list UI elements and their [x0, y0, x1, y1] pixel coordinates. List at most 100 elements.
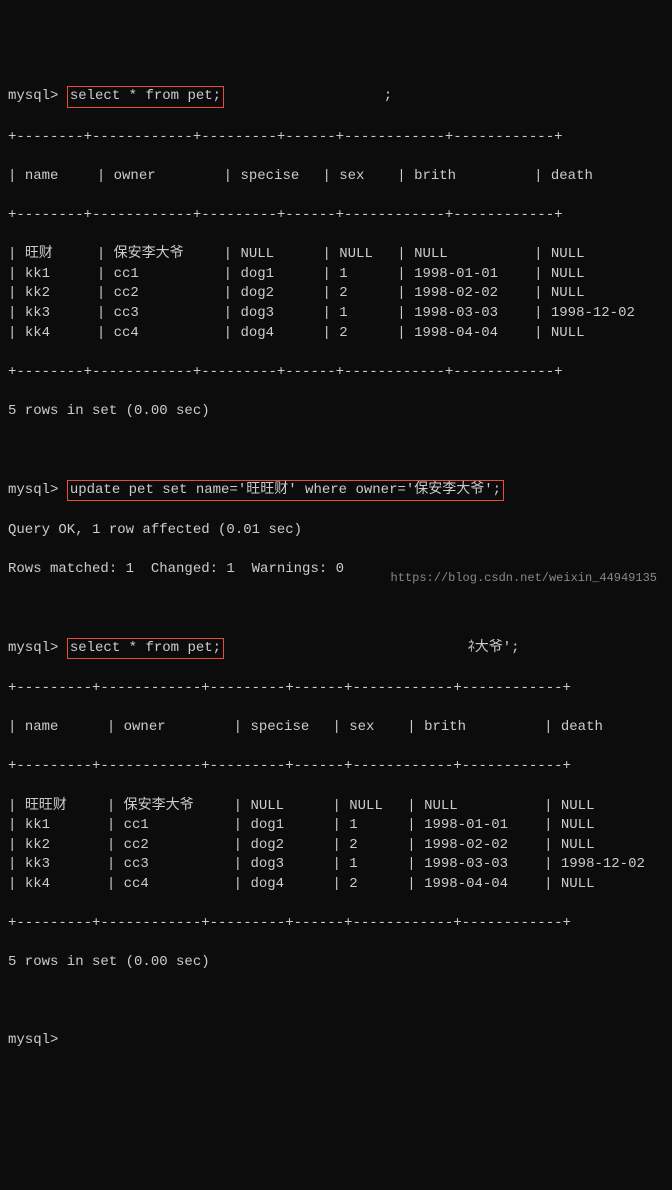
table-row: | kk1| cc1| dog1| 1| 1998-01-01| NULL|	[8, 816, 664, 836]
table-row: | kk3| cc3| dog3| 1| 1998-03-03| 1998-12…	[8, 304, 664, 324]
cell-name: 旺财	[25, 245, 97, 265]
cell-death: NULL	[561, 797, 672, 817]
watermark: https://blog.csdn.net/weixin_44949135	[391, 570, 657, 587]
cell-sex: 1	[349, 816, 407, 836]
cell-brith: 1998-02-02	[424, 836, 544, 856]
cell-specise: dog4	[250, 875, 332, 895]
table-row: | kk2| cc2| dog2| 2| 1998-02-02| NULL|	[8, 284, 664, 304]
col-name: name	[25, 167, 97, 187]
cell-name: kk2	[25, 284, 97, 304]
table-row: | kk1| cc1| dog1| 1| 1998-01-01| NULL|	[8, 265, 664, 285]
col-death: death	[551, 167, 671, 187]
table-row: | kk4| cc4| dog4| 2| 1998-04-04| NULL|	[8, 875, 664, 895]
rows-in-set-1: 5 rows in set (0.00 sec)	[8, 402, 664, 422]
cell-sex: 2	[349, 836, 407, 856]
col-brith: brith	[424, 718, 544, 738]
cell-specise: NULL	[240, 245, 322, 265]
cell-specise: dog3	[240, 304, 322, 324]
query-update: update pet set name='旺旺财' where owner='保…	[67, 480, 504, 502]
col-sex: sex	[349, 718, 407, 738]
col-specise: specise	[250, 718, 332, 738]
rows-in-set-2: 5 rows in set (0.00 sec)	[8, 953, 664, 973]
separator: +--------+------------+---------+------+…	[8, 363, 664, 383]
cell-name: kk4	[25, 324, 97, 344]
cell-death: NULL	[561, 875, 672, 895]
cell-specise: NULL	[250, 797, 332, 817]
cell-owner: cc2	[114, 284, 224, 304]
cell-brith: NULL	[414, 245, 534, 265]
cell-specise: dog4	[240, 324, 322, 344]
cell-brith: NULL	[424, 797, 544, 817]
cell-owner: cc1	[114, 265, 224, 285]
cell-owner: 保安李大爷	[124, 797, 234, 817]
mysql-prompt: mysql>	[8, 88, 58, 104]
prompt-line-2[interactable]: mysql> update pet set name='旺旺财' where o…	[8, 480, 664, 502]
cell-owner: cc4	[114, 324, 224, 344]
stray-text: ﾈ大爷';	[468, 640, 520, 656]
cell-sex: 2	[339, 284, 397, 304]
cell-name: 旺旺财	[25, 797, 107, 817]
cell-name: kk3	[25, 304, 97, 324]
cell-brith: 1998-02-02	[414, 284, 534, 304]
cell-sex: NULL	[349, 797, 407, 817]
separator: +--------+------------+---------+------+…	[8, 128, 664, 148]
cell-sex: 2	[349, 875, 407, 895]
cell-name: kk1	[25, 816, 107, 836]
cell-death: 1998-12-02	[551, 304, 671, 324]
table-header-row-2: | name| owner| specise| sex| brith| deat…	[8, 718, 664, 738]
cell-name: kk4	[25, 875, 107, 895]
cell-owner: cc2	[124, 836, 234, 856]
cell-name: kk3	[25, 855, 107, 875]
cell-sex: 1	[339, 304, 397, 324]
cell-death: NULL	[551, 265, 671, 285]
cell-death: 1998-12-02	[561, 855, 672, 875]
cell-death: NULL	[551, 284, 671, 304]
cell-brith: 1998-03-03	[414, 304, 534, 324]
mysql-prompt: mysql>	[8, 482, 58, 498]
separator: +---------+------------+---------+------…	[8, 679, 664, 699]
col-owner: owner	[114, 167, 224, 187]
cell-name: kk1	[25, 265, 97, 285]
separator: +---------+------------+---------+------…	[8, 914, 664, 934]
cell-brith: 1998-03-03	[424, 855, 544, 875]
cell-specise: dog2	[240, 284, 322, 304]
col-death: death	[561, 718, 672, 738]
cell-sex: 2	[339, 324, 397, 344]
query-select-2: select * from pet;	[67, 638, 224, 660]
col-owner: owner	[124, 718, 234, 738]
table-header-row: | name| owner| specise| sex| brith| deat…	[8, 167, 664, 187]
separator: +---------+------------+---------+------…	[8, 757, 664, 777]
table-row: | kk2| cc2| dog2| 2| 1998-02-02| NULL|	[8, 836, 664, 856]
cell-specise: dog2	[250, 836, 332, 856]
cell-sex: NULL	[339, 245, 397, 265]
mysql-prompt: mysql>	[8, 640, 58, 656]
prompt-line-3[interactable]: mysql> select * from pet; ﾈ大爷';	[8, 638, 664, 660]
cell-brith: 1998-01-01	[414, 265, 534, 285]
cell-specise: dog1	[250, 816, 332, 836]
cell-owner: cc3	[114, 304, 224, 324]
cell-death: NULL	[551, 324, 671, 344]
cell-name: kk2	[25, 836, 107, 856]
col-brith: brith	[414, 167, 534, 187]
cell-brith: 1998-04-04	[424, 875, 544, 895]
cell-owner: cc3	[124, 855, 234, 875]
separator: +--------+------------+---------+------+…	[8, 206, 664, 226]
cell-death: NULL	[551, 245, 671, 265]
query-select-1: select * from pet;	[67, 86, 224, 108]
prompt-line-4[interactable]: mysql>	[8, 1031, 664, 1051]
col-name: name	[25, 718, 107, 738]
cell-brith: 1998-01-01	[424, 816, 544, 836]
col-sex: sex	[339, 167, 397, 187]
cell-sex: 1	[349, 855, 407, 875]
table-row: | kk4| cc4| dog4| 2| 1998-04-04| NULL|	[8, 324, 664, 344]
cell-death: NULL	[561, 836, 672, 856]
cell-specise: dog1	[240, 265, 322, 285]
table-row: | 旺旺财| 保安李大爷| NULL| NULL| NULL| NULL|	[8, 797, 664, 817]
prompt-line-1[interactable]: mysql> select * from pet; ;	[8, 86, 664, 108]
cell-owner: 保安李大爷	[114, 245, 224, 265]
stray-semicolon: ;	[384, 88, 392, 104]
cell-owner: cc4	[124, 875, 234, 895]
table-row: | kk3| cc3| dog3| 1| 1998-03-03| 1998-12…	[8, 855, 664, 875]
mysql-prompt: mysql>	[8, 1032, 58, 1048]
cell-brith: 1998-04-04	[414, 324, 534, 344]
